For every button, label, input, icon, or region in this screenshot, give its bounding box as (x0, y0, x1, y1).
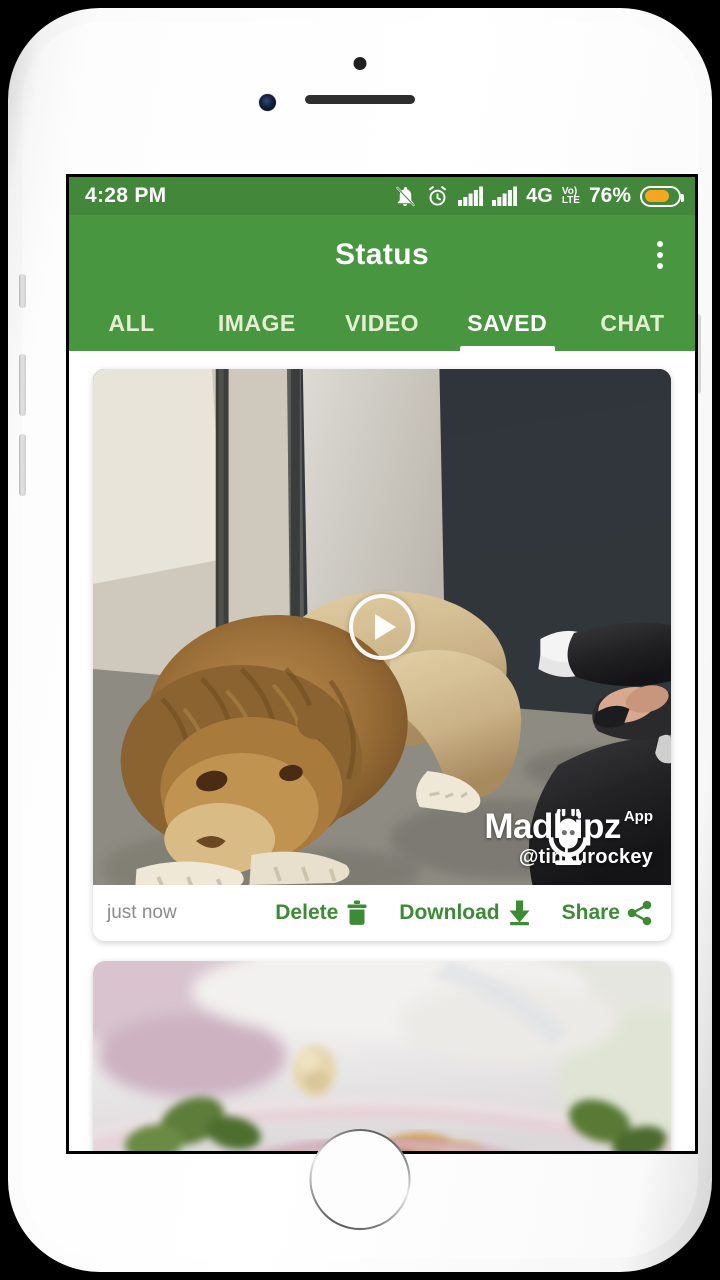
front-camera-icon (259, 94, 276, 111)
download-button[interactable]: Download (399, 900, 531, 926)
battery-icon (640, 185, 684, 207)
delete-button[interactable]: Delete (275, 900, 369, 926)
volume-down-button[interactable] (19, 434, 26, 496)
silent-switch[interactable] (19, 274, 26, 308)
card-action-row: just now Delete Download Share (93, 885, 671, 941)
delete-label: Delete (275, 901, 339, 924)
signal-bars-icon (492, 186, 518, 206)
volte-bottom-label: LTE (561, 195, 580, 206)
share-button[interactable]: Share (562, 900, 653, 926)
overflow-dot (657, 241, 663, 247)
status-bar: 4:28 PM 4G Vo) LTE 76% (69, 177, 695, 215)
network-type-label: 4G (526, 184, 553, 207)
download-label: Download (399, 901, 500, 924)
timestamp-label: just now (107, 902, 177, 923)
food-image (93, 961, 671, 1151)
status-bar-clock: 4:28 PM (85, 184, 167, 207)
phone-screen: 4:28 PM 4G Vo) LTE 76% Status ALL IMAGE … (66, 174, 698, 1154)
status-card-video[interactable]: MadLipz App @tinkurockey just now Delete (93, 369, 671, 941)
status-list[interactable]: MadLipz App @tinkurockey just now Delete (69, 351, 695, 1151)
notifications-off-icon (396, 186, 415, 206)
alarm-icon (429, 185, 447, 206)
status-card-image[interactable] (93, 961, 671, 1151)
battery-fill (644, 190, 669, 202)
volume-up-button[interactable] (19, 354, 26, 416)
tab-chat[interactable]: CHAT (570, 295, 695, 351)
share-icon (627, 900, 652, 926)
tab-saved[interactable]: SAVED (445, 295, 570, 351)
tab-image[interactable]: IMAGE (194, 295, 319, 351)
signal-bars-icon (458, 186, 484, 206)
app-bar: Status (69, 215, 695, 295)
image-thumbnail[interactable] (93, 961, 671, 1151)
battery-percent-label: 76% (588, 184, 631, 207)
overflow-dot (657, 252, 663, 258)
phone-body: 4:28 PM 4G Vo) LTE 76% Status ALL IMAGE … (19, 22, 701, 1258)
tab-bar: ALL IMAGE VIDEO SAVED CHAT (69, 295, 695, 351)
phone-mockup: 4:28 PM 4G Vo) LTE 76% Status ALL IMAGE … (8, 8, 712, 1272)
download-icon (509, 900, 530, 926)
overflow-menu-icon[interactable] (643, 233, 677, 277)
volte-icon: Vo) LTE (561, 186, 580, 206)
tab-video[interactable]: VIDEO (319, 295, 444, 351)
tab-all[interactable]: ALL (69, 295, 194, 351)
earpiece-speaker (305, 95, 415, 104)
page-title: Status (334, 238, 430, 271)
share-label: Share (561, 901, 620, 924)
play-icon[interactable] (349, 594, 415, 660)
trash-icon (347, 900, 367, 925)
overflow-dot (657, 263, 663, 269)
status-bar-icons: 4G Vo) LTE 76% (394, 184, 684, 208)
home-button[interactable] (310, 1129, 411, 1230)
proximity-sensor-icon (353, 57, 367, 70)
video-thumbnail[interactable]: MadLipz App @tinkurockey (93, 369, 671, 885)
